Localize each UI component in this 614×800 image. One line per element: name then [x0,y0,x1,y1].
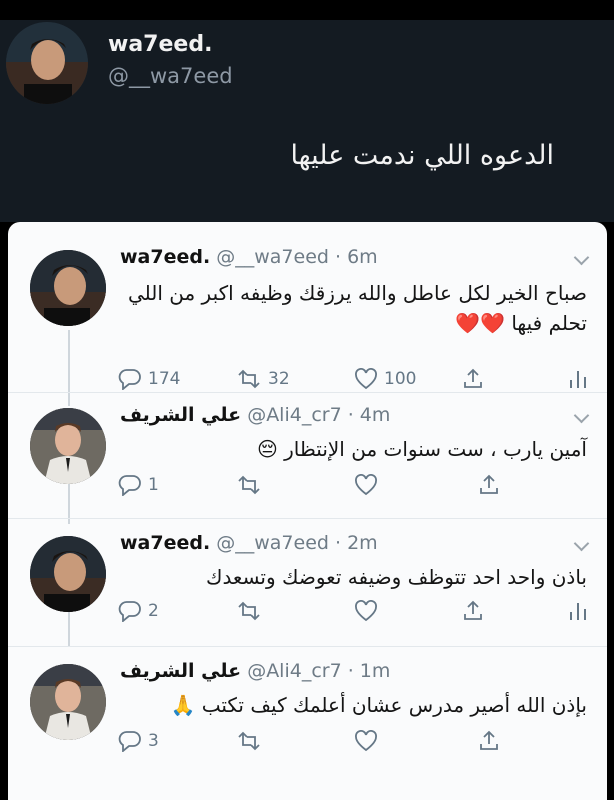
avatar[interactable] [30,664,106,740]
chevron-down-icon[interactable] [573,407,590,424]
analytics-button[interactable] [568,600,588,622]
tweet-actions: 1 [118,474,588,500]
heart-icon [355,368,377,390]
author-name[interactable]: wa7eed. [120,246,210,268]
share-button[interactable] [462,600,484,622]
reply-icon [118,601,141,622]
tweet-header: علي الشريف @Ali4_cr7 · 1m [120,660,390,682]
analytics-icon [570,371,586,388]
avatar[interactable] [30,250,106,326]
share-icon [480,474,498,494]
tweet-item[interactable]: wa7eed. @__wa7eed · 2m باذن واحد احد تتو… [8,532,607,636]
analytics-icon [570,603,586,620]
heart-icon [355,600,377,622]
share-button[interactable] [478,474,500,496]
reply-button[interactable]: 174 [118,368,180,390]
share-icon [480,730,498,750]
quoted-thread-card[interactable]: wa7eed. @__wa7eed · 6m صباح الخير لكل عا… [8,222,607,800]
retweet-button[interactable]: 32 [236,368,290,390]
chevron-down-icon[interactable] [573,535,590,552]
reply-button[interactable]: 1 [118,474,159,496]
author-handle-time[interactable]: @Ali4_cr7 · 4m [247,404,390,426]
tweet-actions: 3 [118,730,588,756]
original-tweet-header: wa7eed. @__wa7eed الدعوه اللي ندمت عليها [0,0,614,222]
tweet-actions: 2 [118,600,588,626]
tweet-text: صباح الخير لكل عاطل والله يرزقك وظيفه اك… [127,281,587,335]
tweet-header: علي الشريف @Ali4_cr7 · 4m [120,404,390,426]
like-button[interactable] [354,474,378,496]
author-handle-time[interactable]: @__wa7eed · 6m [216,246,377,268]
author-name[interactable]: wa7eed. [120,532,210,554]
retweet-count: 32 [268,369,290,389]
top-black-strip [0,0,614,20]
reply-count: 2 [148,601,159,621]
retweet-icon [238,601,260,621]
retweet-icon [238,475,260,495]
avatar[interactable] [30,408,106,484]
like-button[interactable] [354,730,378,752]
author-handle-time[interactable]: @__wa7eed · 2m [216,532,377,554]
retweet-icon [238,731,260,751]
chevron-down-icon[interactable] [573,249,590,266]
reply-icon [118,369,141,390]
tweet-item[interactable]: wa7eed. @__wa7eed · 6m صباح الخير لكل عا… [8,246,607,390]
like-button[interactable] [354,600,378,622]
divider [8,518,607,519]
reply-button[interactable]: 3 [118,730,159,752]
reply-count: 1 [148,475,159,495]
tweet-actions: 174 32 100 [118,368,588,394]
share-icon [464,368,482,388]
retweet-button[interactable] [236,600,262,622]
author-handle[interactable]: @__wa7eed [108,64,233,88]
retweet-button[interactable] [236,730,262,752]
tweet-header: wa7eed. @__wa7eed · 6m [120,246,378,268]
retweet-icon [238,369,260,389]
divider [8,646,607,647]
share-button[interactable] [478,730,500,752]
tweet-text: باذن واحد احد تتوظف وضيفه تعوضك وتسعدك [205,565,587,589]
tweet-item[interactable]: علي الشريف @Ali4_cr7 · 4m آمين يارب ، ست… [8,404,607,508]
avatar[interactable] [30,536,106,612]
author-handle-time[interactable]: @Ali4_cr7 · 1m [247,660,390,682]
reply-count: 174 [148,369,181,389]
tweet-item[interactable]: علي الشريف @Ali4_cr7 · 1m بإذن الله أصير… [8,660,607,770]
divider [8,392,607,393]
reply-icon [118,475,141,496]
like-count: 100 [384,369,417,389]
tweet-text: الدعوه اللي ندمت عليها [290,140,554,171]
heart-icon [355,474,377,496]
tweet-header: wa7eed. @__wa7eed · 2m [120,532,378,554]
reply-button[interactable]: 2 [118,600,159,622]
reply-count: 3 [148,731,159,751]
author-name[interactable]: علي الشريف [120,660,241,682]
heart-icon [355,730,377,752]
share-icon [464,600,482,620]
reply-icon [118,731,141,752]
author-name[interactable]: علي الشريف [120,404,241,426]
tweet-text: آمين يارب ، ست سنوات من الإنتظار 😔 [256,437,587,461]
avatar[interactable] [6,22,88,104]
like-button[interactable]: 100 [354,368,416,390]
share-button[interactable] [462,368,484,390]
author-name[interactable]: wa7eed. [108,32,212,57]
retweet-button[interactable] [236,474,262,496]
analytics-button[interactable] [568,368,588,390]
tweet-text: بإذن الله أصير مدرس عشان أعلمك كيف تكتب … [170,693,587,717]
